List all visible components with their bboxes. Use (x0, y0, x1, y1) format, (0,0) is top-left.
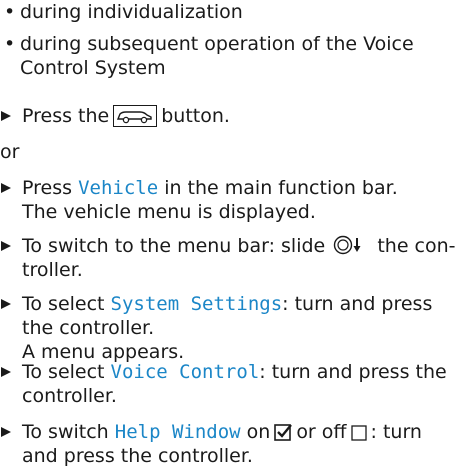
bullet-icon: • (4, 33, 16, 55)
bullet-item: • during individualization (4, 1, 243, 23)
step-arrow-icon (1, 299, 11, 309)
step-press-vehicle: Press Vehicle in the main function bar. … (0, 176, 398, 224)
bullet-list: • during individualization • during subseq… (0, 0, 414, 80)
step-arrow-icon (1, 427, 11, 437)
step-switch-help-window: To switch Help Window on or off: turn and… (0, 420, 422, 468)
voice-control-label: Voice Control (110, 361, 260, 383)
system-settings-label: System Settings (110, 293, 283, 315)
or-label: or (0, 141, 20, 163)
bullet-item: • during subsequent operation of the Voic… (4, 33, 414, 55)
bullet-item-continuation: Control System (20, 57, 166, 79)
car-icon (113, 105, 158, 127)
help-window-label: Help Window (114, 421, 241, 443)
step-arrow-icon (1, 367, 11, 377)
step-switch-menu-bar: To switch to the menu bar: slide the con… (0, 234, 456, 282)
step-arrow-icon (1, 241, 11, 251)
vehicle-menu-label: Vehicle (78, 177, 159, 199)
step-arrow-icon (1, 183, 11, 193)
step-press-car-button: Press the button. (0, 104, 230, 128)
step-select-system-settings: To select System Settings: turn and pres… (0, 292, 432, 364)
step-arrow-icon (1, 111, 11, 121)
manual-page: • during individualization • during subseq… (0, 0, 466, 471)
step-select-voice-control: To select Voice Control: turn and press … (0, 360, 447, 408)
bullet-icon: • (4, 1, 16, 23)
